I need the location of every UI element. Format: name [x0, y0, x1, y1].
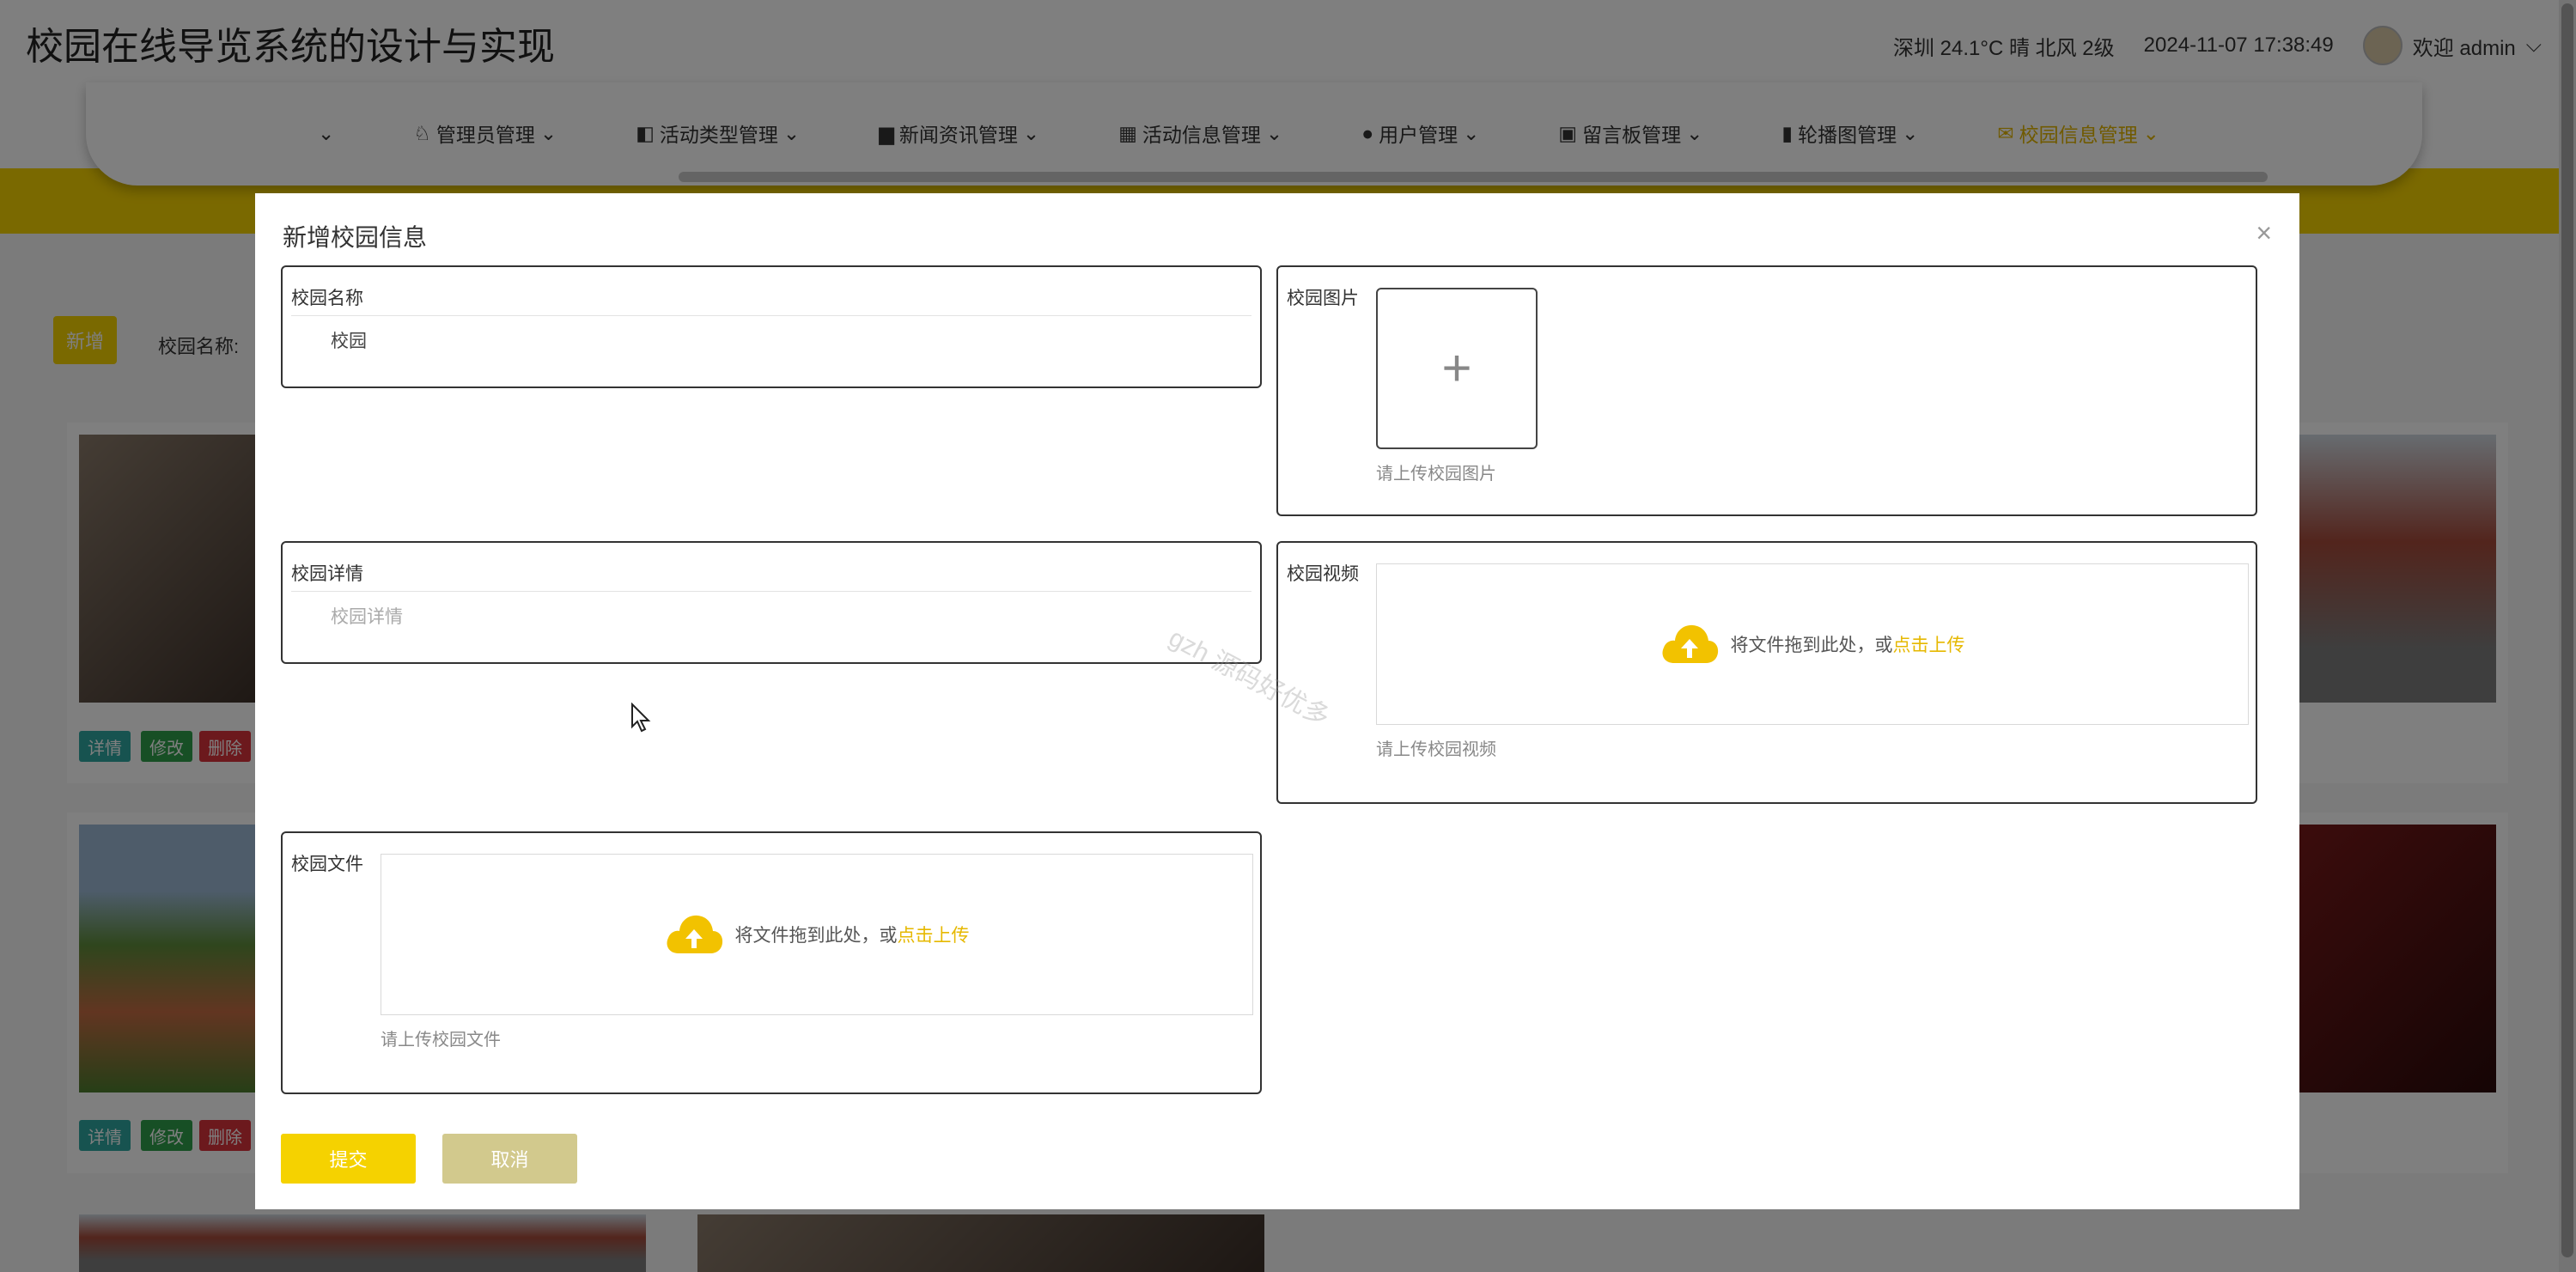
- mouse-cursor-icon: [631, 703, 651, 733]
- campus-file-field: 校园文件 将文件拖到此处，或点击上传 请上传校园文件: [281, 831, 1262, 1094]
- cancel-button[interactable]: 取消: [442, 1134, 577, 1184]
- submit-button[interactable]: 提交: [281, 1134, 416, 1184]
- video-hint: 请上传校园视频: [1376, 740, 1496, 759]
- campus-name-input[interactable]: 校园: [331, 327, 367, 353]
- close-icon[interactable]: ×: [2256, 219, 2272, 246]
- campus-detail-input[interactable]: 校园详情: [331, 603, 403, 629]
- field-label: 校园视频: [1287, 564, 1359, 584]
- field-label: 校园名称: [291, 289, 363, 308]
- field-label: 校园详情: [291, 564, 363, 584]
- dialog-title: 新增校园信息: [283, 224, 428, 251]
- campus-image-field: 校园图片 + 请上传校园图片: [1276, 265, 2257, 516]
- field-label: 校园文件: [291, 855, 363, 874]
- divider: [291, 315, 1251, 316]
- field-label: 校园图片: [1287, 289, 1359, 308]
- click-upload-link[interactable]: 点击上传: [898, 926, 970, 946]
- upload-cloud-icon: [1662, 624, 1718, 663]
- campus-detail-field: 校园详情 校园详情: [281, 541, 1262, 664]
- file-dropzone[interactable]: 将文件拖到此处，或点击上传: [381, 854, 1253, 1015]
- dropzone-text: 将文件拖到此处，或点击上传: [1731, 631, 1965, 657]
- image-upload-button[interactable]: +: [1376, 288, 1538, 449]
- plus-icon: +: [1441, 339, 1472, 397]
- drop-instruction: 将文件拖到此处，或: [1730, 636, 1893, 655]
- image-hint: 请上传校园图片: [1376, 465, 1496, 484]
- file-hint: 请上传校园文件: [381, 1031, 501, 1050]
- dropzone-text: 将文件拖到此处，或点击上传: [735, 922, 970, 947]
- drop-instruction: 将文件拖到此处，或: [734, 926, 898, 946]
- divider: [291, 591, 1251, 592]
- upload-cloud-icon: [667, 915, 722, 953]
- video-dropzone[interactable]: 将文件拖到此处，或点击上传: [1376, 563, 2249, 725]
- click-upload-link[interactable]: 点击上传: [1893, 636, 1965, 655]
- campus-name-field: 校园名称 校园: [281, 265, 1262, 388]
- campus-video-field: 校园视频 将文件拖到此处，或点击上传 请上传校园视频: [1276, 541, 2257, 804]
